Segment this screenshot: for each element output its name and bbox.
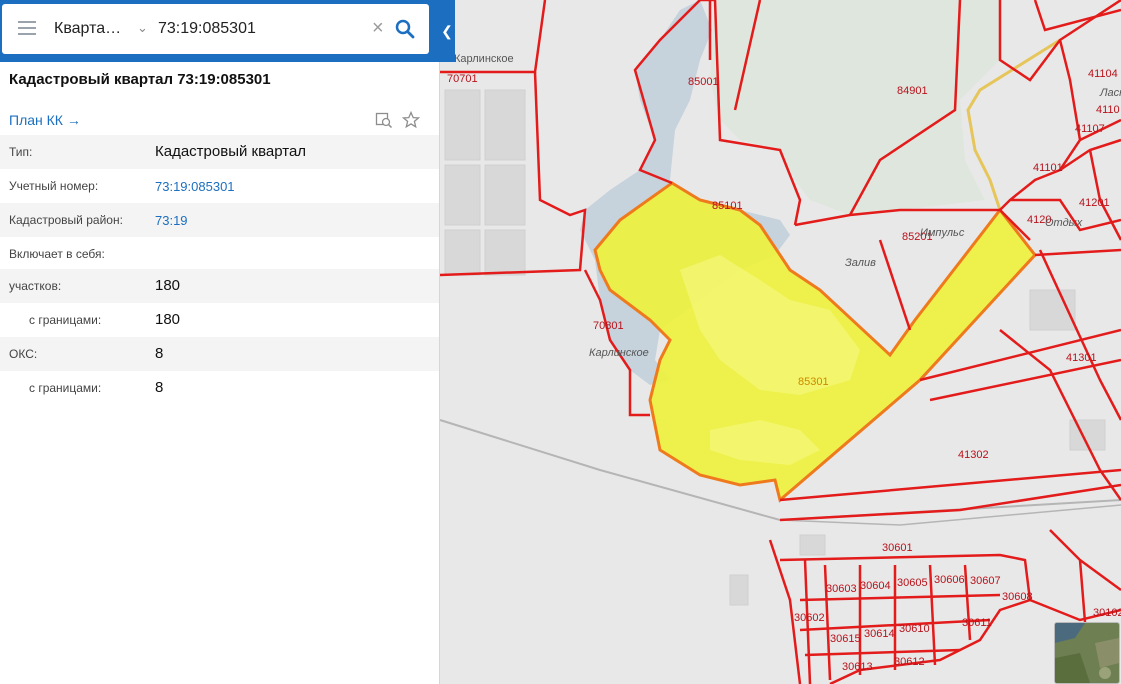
- quarter-label: 70701: [447, 73, 478, 85]
- quarter-label: 30604: [860, 580, 891, 592]
- quarter-label: 85001: [688, 76, 719, 88]
- plan-kk-link[interactable]: План КК →: [9, 112, 81, 128]
- quarter-label: 41301: [1066, 352, 1097, 364]
- quarter-label: 4110: [1096, 104, 1120, 116]
- satellite-layer-toggle[interactable]: [1054, 622, 1120, 684]
- place-label: Ласк: [1099, 87, 1121, 99]
- search-input[interactable]: [158, 16, 358, 42]
- cadastral-district-link[interactable]: 73:19: [155, 213, 188, 228]
- quarter-label: 30615: [830, 633, 861, 645]
- info-label: Кадастровый район:: [9, 213, 123, 227]
- quarter-label: 30608: [1002, 591, 1033, 603]
- quarter-label: 30602: [794, 612, 825, 624]
- search-icon[interactable]: [394, 18, 416, 40]
- info-value: 180: [155, 277, 181, 294]
- info-value: 8: [155, 379, 164, 396]
- quarter-label: 70801: [593, 320, 624, 332]
- search-box: Кварта… ⌄ ×: [2, 4, 429, 54]
- place-label: Отдых: [1045, 217, 1083, 229]
- info-row-includes: Включает в себя:: [0, 237, 439, 271]
- quarter-label: 30607: [970, 575, 1001, 587]
- arrow-right-icon: →: [66, 112, 81, 128]
- quarter-label: 30613: [842, 661, 873, 673]
- info-label: Учетный номер:: [9, 179, 99, 193]
- collapse-panel-button[interactable]: ❮: [439, 0, 455, 62]
- place-label: Залив: [845, 257, 876, 269]
- cadastral-number-link[interactable]: 73:19:085301: [155, 179, 235, 194]
- plan-kk-label: План КК: [9, 112, 63, 128]
- menu-icon[interactable]: [18, 21, 36, 37]
- info-label: с границами:: [29, 381, 102, 395]
- info-label: Включает в себя:: [9, 247, 105, 261]
- chevron-down-icon: ⌄: [137, 20, 148, 35]
- info-row-oks: ОКС: 8: [0, 337, 439, 371]
- info-label: Тип:: [9, 145, 33, 159]
- star-icon[interactable]: [401, 110, 421, 129]
- info-row-parcels: участков: 180: [0, 269, 439, 303]
- info-row-oks-bounded: с границами: 8: [0, 371, 439, 405]
- satellite-thumbnail-icon: [1055, 623, 1119, 683]
- info-row-type: Тип: Кадастровый квартал: [0, 135, 439, 169]
- place-label: Импульс: [920, 227, 965, 239]
- info-panel: Кварта… ⌄ × Кадастровый квартал 73:19:08…: [0, 0, 440, 684]
- quarter-label: 30605: [897, 577, 928, 589]
- quarter-label: 41201: [1079, 197, 1110, 209]
- quarter-label: 85101: [712, 200, 743, 212]
- zoom-to-object-icon[interactable]: [375, 111, 393, 129]
- quarter-label: 41101: [1033, 162, 1063, 174]
- quarter-label: 30102: [1093, 607, 1121, 619]
- quarter-label: 41104: [1088, 68, 1118, 80]
- search-bar: Кварта… ⌄ ×: [0, 0, 439, 62]
- quarter-label: 41107: [1075, 123, 1105, 135]
- search-mode-label: Кварта…: [54, 20, 122, 37]
- quarter-label: 30610: [899, 623, 930, 635]
- info-label: участков:: [9, 279, 62, 293]
- info-row-district: Кадастровый район: 73:19: [0, 203, 439, 237]
- search-mode-dropdown[interactable]: Кварта… ⌄: [54, 18, 150, 40]
- quarter-label: 30606: [934, 574, 965, 586]
- info-value: Кадастровый квартал: [155, 143, 307, 160]
- panel-title: Кадастровый квартал 73:19:085301: [9, 71, 271, 88]
- close-icon[interactable]: ×: [372, 17, 384, 39]
- quarter-label: 30614: [864, 628, 895, 640]
- quarter-label: 41302: [958, 449, 989, 461]
- info-value: 8: [155, 345, 164, 362]
- quarter-label-selected: 85301: [798, 376, 829, 388]
- info-label: ОКС:: [9, 347, 38, 361]
- place-label: Карлинское: [589, 347, 649, 359]
- quarter-label: 30603: [826, 583, 857, 595]
- quarter-label: 84901: [897, 85, 928, 97]
- info-value: 180: [155, 311, 181, 328]
- quarter-label: 30612: [894, 656, 925, 668]
- quarter-label: 30611: [962, 617, 992, 629]
- quarter-label: 30601: [882, 542, 913, 554]
- info-label: с границами:: [29, 313, 102, 327]
- chevron-left-icon: ❮: [441, 23, 453, 39]
- place-label: Карлинское: [454, 53, 514, 65]
- info-row-parcels-bounded: с границами: 180: [0, 303, 439, 337]
- info-row-number: Учетный номер: 73:19:085301: [0, 169, 439, 203]
